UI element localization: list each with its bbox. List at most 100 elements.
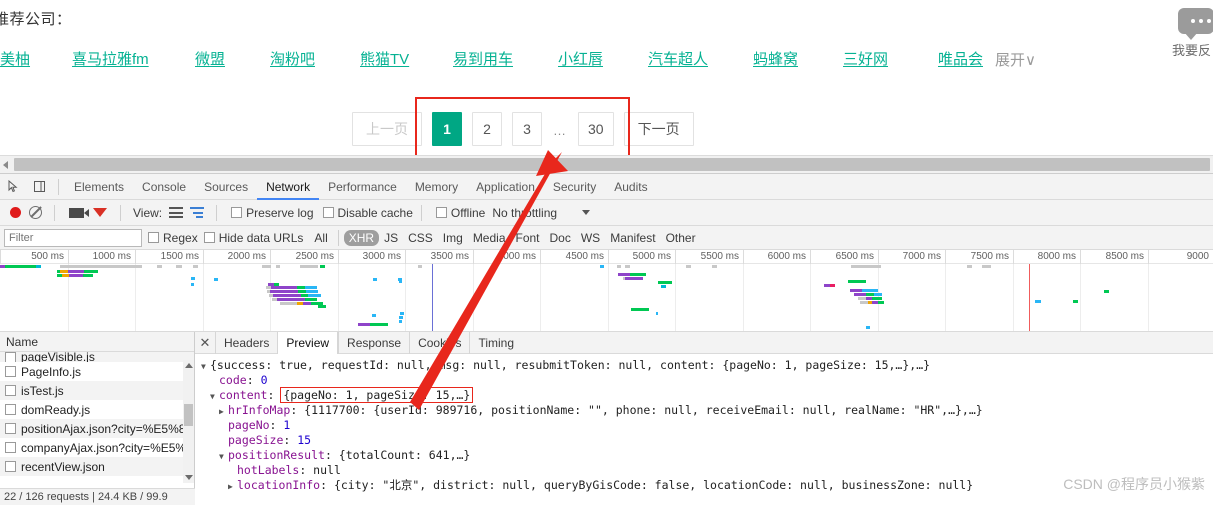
list-item[interactable]: pageVisible.js [0,352,194,362]
request-checkbox[interactable] [5,461,16,472]
camera-icon[interactable] [69,207,89,218]
company-link-2[interactable]: 微盟 [195,48,225,69]
scroll-up-arrow-icon[interactable] [185,363,193,368]
device-toolbar-icon[interactable] [26,174,52,200]
filter-type-img[interactable]: Img [438,230,468,246]
detail-tab-headers[interactable]: Headers [215,332,277,354]
detail-tab-timing[interactable]: Timing [469,332,522,354]
filter-type-js[interactable]: JS [379,230,403,246]
pagination-prev-button[interactable]: 上一页 [352,112,422,146]
request-checkbox[interactable] [5,385,16,396]
list-item[interactable]: isTest.js [0,381,194,400]
waterfall-view-icon[interactable] [190,207,205,218]
close-icon[interactable]: ✕ [195,335,215,351]
tab-network[interactable]: Network [257,174,319,200]
company-link-7[interactable]: 汽车超人 [648,48,708,69]
request-checkbox[interactable] [5,404,16,415]
company-link-5[interactable]: 易到用车 [453,48,513,69]
request-checkbox[interactable] [5,352,16,362]
expand-triangle-icon[interactable]: ▼ [201,359,210,374]
clear-icon[interactable] [29,206,42,219]
collapse-triangle-icon[interactable]: ▶ [228,479,237,494]
filter-type-all[interactable]: All [309,230,332,246]
expand-triangle-icon[interactable]: ▼ [219,449,228,464]
filter-type-media[interactable]: Media [468,230,511,246]
tab-memory[interactable]: Memory [406,174,467,200]
record-icon[interactable] [10,207,21,218]
expand-toggle[interactable]: 展开∨ [995,49,1036,70]
chevron-down-icon[interactable] [582,210,591,215]
offline-toggle[interactable]: Offline [430,206,485,220]
requests-scrollbar[interactable] [183,360,194,483]
network-overview[interactable]: 500 ms 1000 ms 1500 ms 2000 ms 2500 ms 3… [0,250,1213,332]
request-checkbox[interactable] [5,423,16,434]
scroll-down-arrow-icon[interactable] [185,475,193,480]
company-link-1[interactable]: 喜马拉雅fm [72,48,149,69]
tab-application[interactable]: Application [467,174,544,200]
list-view-icon[interactable] [169,207,184,218]
preserve-log-toggle[interactable]: Preserve log [225,206,314,220]
json-preview-tree[interactable]: ▼ {success: true, requestId: null, msg: n… [195,354,1213,493]
requests-list[interactable]: pageVisible.js PageInfo.js isTest.js dom… [0,352,194,483]
throttling-value[interactable]: No throttling [492,206,557,220]
feedback-widget[interactable]: 我要反 [1170,6,1213,66]
request-checkbox[interactable] [5,442,16,453]
offline-checkbox[interactable] [435,207,447,218]
pagination-page-3[interactable]: 3 [512,112,542,146]
hide-data-urls-toggle[interactable]: Hide data URLs [198,231,303,245]
pagination-page-last[interactable]: 30 [578,112,614,146]
hide-data-urls-checkbox[interactable] [203,232,215,243]
detail-tab-cookies[interactable]: Cookies [409,332,469,354]
company-link-0[interactable]: 美柚 [0,48,30,69]
detail-tab-preview[interactable]: Preview [277,332,339,354]
list-item[interactable]: companyAjax.json?city=%E5% [0,438,194,457]
scrollbar-thumb[interactable] [14,158,1210,171]
company-link-8[interactable]: 蚂蜂窝 [753,48,798,69]
detail-tab-response[interactable]: Response [338,332,409,354]
disable-cache-checkbox[interactable] [322,207,334,218]
filter-input[interactable] [4,228,142,247]
json-row-locationinfo[interactable]: ▶ locationInfo: {city: "北京", district: nu… [201,478,1213,493]
filter-type-doc[interactable]: Doc [545,230,576,246]
tab-console[interactable]: Console [133,174,195,200]
preserve-log-checkbox[interactable] [231,207,243,218]
regex-toggle[interactable]: Regex [142,231,198,245]
scrollbar-thumb[interactable] [184,404,193,426]
company-link-3[interactable]: 淘粉吧 [270,48,315,69]
request-checkbox[interactable] [5,366,16,377]
json-row-hrinfomap[interactable]: ▶ hrInfoMap: {1117700: {userId: 989716, p… [201,403,1213,418]
filter-type-ws[interactable]: WS [576,230,605,246]
tab-sources[interactable]: Sources [195,174,257,200]
regex-checkbox[interactable] [148,232,159,243]
page-horizontal-scrollbar[interactable] [0,155,1213,173]
collapse-triangle-icon[interactable]: ▶ [219,404,228,419]
filter-type-xhr[interactable]: XHR [343,229,380,246]
tab-security[interactable]: Security [544,174,605,200]
filter-type-css[interactable]: CSS [403,230,438,246]
company-link-9[interactable]: 三好网 [843,48,888,69]
filter-funnel-icon[interactable] [93,208,107,217]
expand-triangle-icon[interactable]: ▼ [210,389,219,404]
pagination-next-button[interactable]: 下一页 [623,112,694,146]
scroll-left-arrow-icon[interactable] [3,161,8,169]
pagination-page-1[interactable]: 1 [432,112,462,146]
company-link-10[interactable]: 唯品会 [938,48,983,69]
list-item-position-ajax[interactable]: positionAjax.json?city=%E5%8 [0,419,194,438]
tab-performance[interactable]: Performance [319,174,406,200]
inspect-element-icon[interactable] [0,174,26,200]
tab-elements[interactable]: Elements [65,174,133,200]
tab-audits[interactable]: Audits [605,174,656,200]
list-item[interactable]: recentView.json [0,457,194,476]
company-link-4[interactable]: 熊猫TV [360,48,409,69]
filter-type-other[interactable]: Other [661,230,701,246]
pagination-page-2[interactable]: 2 [472,112,502,146]
list-item[interactable]: PageInfo.js [0,362,194,381]
json-row-positionresult[interactable]: ▼ positionResult: {totalCount: 641,…} [201,448,1213,463]
filter-type-manifest[interactable]: Manifest [605,230,660,246]
json-row-content[interactable]: ▼ content: {pageNo: 1, pageSize: 15,…} [201,387,1213,404]
list-item[interactable]: domReady.js [0,400,194,419]
filter-type-font[interactable]: Font [511,230,545,246]
disable-cache-toggle[interactable]: Disable cache [317,206,413,220]
company-link-6[interactable]: 小红唇 [558,48,603,69]
json-row-root[interactable]: ▼ {success: true, requestId: null, msg: n… [201,358,1213,373]
